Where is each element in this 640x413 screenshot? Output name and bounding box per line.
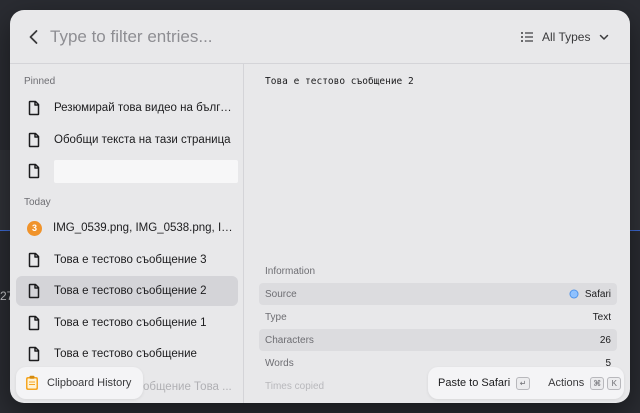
info-value: 26 xyxy=(599,334,611,346)
document-icon xyxy=(28,346,40,362)
info-key: Characters xyxy=(265,334,314,346)
list-item-label: Това е тестово съобщение 1 xyxy=(54,317,207,329)
information-title: Information xyxy=(265,266,316,277)
info-row-source: Source Safari xyxy=(259,283,617,305)
list-item-label: Това е тестово съобщение 2 xyxy=(54,285,207,297)
info-value: Text xyxy=(592,311,611,323)
list-item-label: Това е тестово съобщение 3 xyxy=(54,254,207,266)
document-icon xyxy=(28,283,40,299)
return-key-hint: ↵ xyxy=(516,376,531,390)
k-key-hint: K xyxy=(607,376,622,390)
action-bar: Paste to Safari ↵ Actions ⌘ K xyxy=(428,367,624,399)
info-key: Source xyxy=(265,288,297,300)
image-count-badge: 3 xyxy=(27,220,42,236)
chevron-left-icon[interactable] xyxy=(24,27,44,47)
list-item[interactable]: 3 IMG_0539.png, IMG_0538.png, IM... xyxy=(16,213,238,243)
preview-content: Това е тестово съобщение 2 xyxy=(265,76,414,87)
section-title-pinned: Pinned xyxy=(24,76,56,87)
list-item[interactable] xyxy=(16,156,238,186)
document-icon xyxy=(28,315,40,331)
list-item[interactable]: Обобщи текста на тази страница xyxy=(16,125,238,155)
section-title-today: Today xyxy=(24,197,51,208)
actions-button[interactable]: Actions xyxy=(548,377,584,389)
list-item[interactable]: Това е тестово съобщение 3 xyxy=(16,245,238,275)
document-icon xyxy=(28,132,40,148)
info-value: Safari xyxy=(569,289,611,300)
document-icon xyxy=(28,163,40,179)
search-bar: All Types xyxy=(10,10,630,64)
list-item-partial: обобщение Това ... xyxy=(130,381,232,393)
list-item-label: IMG_0539.png, IMG_0538.png, IM... xyxy=(53,222,238,234)
list-item-blank-content xyxy=(54,159,238,183)
list-item-selected[interactable]: Това е тестово съобщение 2 xyxy=(16,276,238,306)
info-row-characters: Characters 26 xyxy=(259,329,617,351)
preview-pane: Това е тестово съобщение 2 Information S… xyxy=(245,64,630,403)
info-key: Times copied xyxy=(265,380,325,392)
info-key: Words xyxy=(265,357,294,369)
list-item[interactable]: Това е тестово съобщение 1 xyxy=(16,308,238,338)
app-name-label: Clipboard History xyxy=(47,377,132,389)
paste-to-safari-button[interactable]: Paste to Safari xyxy=(438,377,510,389)
list-icon xyxy=(521,32,533,42)
document-icon xyxy=(28,100,40,116)
clipboard-history-window: All Types Pinned Резюмирай това видео на… xyxy=(10,10,630,403)
clipboard-icon xyxy=(26,375,38,390)
command-key-hint: ⌘ xyxy=(590,376,605,390)
info-row-type: Type Text xyxy=(259,306,617,328)
chevron-down-icon xyxy=(600,34,609,40)
list-item[interactable]: Това е тестово съобщение xyxy=(16,339,238,369)
list-item-label: Това е тестово съобщение xyxy=(54,348,197,360)
type-filter-label: All Types xyxy=(542,30,591,44)
list-item-label: Обобщи текста на тази страница xyxy=(54,134,231,146)
list-item-label: Резюмирай това видео на българ... xyxy=(54,102,238,114)
safari-icon xyxy=(569,289,579,299)
info-key: Type xyxy=(265,311,287,323)
app-name-button[interactable]: Clipboard History xyxy=(16,367,144,399)
search-input[interactable] xyxy=(50,23,450,51)
entries-list[interactable]: Pinned Резюмирай това видео на българ...… xyxy=(10,64,244,403)
list-item[interactable]: Резюмирай това видео на българ... xyxy=(16,93,238,123)
type-filter-dropdown[interactable]: All Types xyxy=(520,26,610,48)
info-value-text: Safari xyxy=(584,288,611,300)
document-icon xyxy=(28,252,40,268)
